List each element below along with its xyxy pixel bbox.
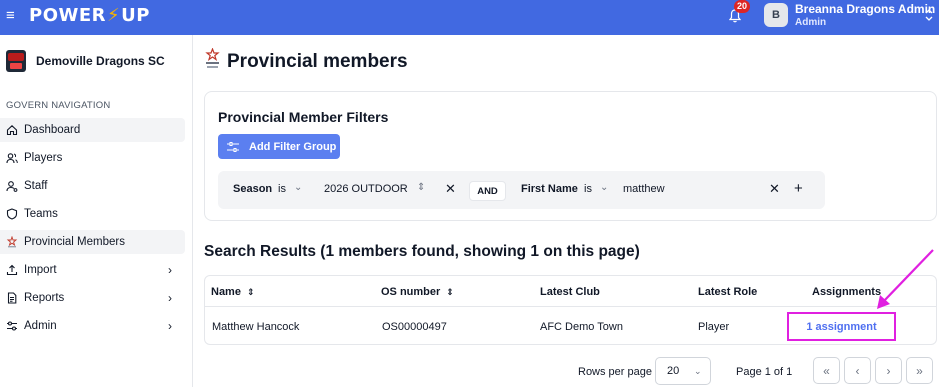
report-icon (6, 292, 18, 304)
page-title: Provincial members (227, 51, 408, 72)
filter-joiner[interactable]: AND (469, 181, 506, 201)
column-header-latest-role: Latest Role (698, 286, 758, 298)
filters-title: Provincial Member Filters (218, 109, 389, 125)
sidebar: Demoville Dragons SC GOVERN NAVIGATION D… (0, 35, 193, 387)
chevron-updown-icon[interactable] (924, 8, 934, 22)
column-header-label: Name (211, 286, 241, 298)
chevron-updown-icon: ⇕ (417, 182, 426, 193)
filter-value-input[interactable]: matthew (623, 183, 665, 195)
user-role: Admin (795, 17, 827, 28)
table-header-row: Name ⇕ OS number ⇕ Latest Club Latest Role… (205, 276, 936, 307)
logo-text-left: POWER (29, 5, 107, 26)
nav-heading: GOVERN NAVIGATION (6, 100, 111, 111)
chevron-right-icon: › (168, 263, 172, 277)
club-name: Demoville Dragons SC (36, 54, 165, 68)
sidebar-item-label: Staff (24, 180, 48, 192)
user-cog-icon (6, 180, 18, 192)
chevron-down-icon: ⌄ (694, 366, 702, 376)
column-header-os-number[interactable]: OS number ⇕ (381, 286, 454, 298)
results-table: Name ⇕ OS number ⇕ Latest Club Latest Role… (204, 275, 937, 345)
chevron-down-icon: ⌄ (600, 182, 609, 193)
first-page-button[interactable]: « (813, 357, 840, 384)
chevron-right-icon: › (168, 291, 172, 305)
sidebar-item-label: Import (24, 264, 57, 276)
next-page-button[interactable]: › (875, 357, 902, 384)
sidebar-item-reports[interactable]: Reports › (0, 286, 185, 310)
add-condition-button[interactable]: + (794, 180, 803, 197)
top-bar: ≡ POWER⚡UP 20 B Breanna Dragons Admin Ad… (0, 0, 939, 35)
upload-icon (6, 264, 18, 276)
column-header-label: OS number (381, 286, 441, 298)
sidebar-item-label: Reports (24, 292, 65, 304)
sidebar-item-label: Provincial Members (24, 236, 125, 248)
results-title: Search Results (1 members found, showing… (204, 243, 640, 260)
app-logo[interactable]: POWER⚡UP (29, 5, 150, 26)
cell-latest-club: AFC Demo Town (540, 321, 623, 333)
page-indicator: Page 1 of 1 (736, 366, 793, 378)
rows-per-page-label: Rows per page (578, 366, 652, 378)
provincial-logo-icon (205, 48, 220, 68)
cell-os-number: OS00000497 (382, 321, 447, 333)
sidebar-item-admin[interactable]: Admin › (0, 314, 185, 338)
filter-field-select[interactable]: First Name (521, 183, 578, 195)
cell-name: Matthew Hancock (212, 321, 300, 333)
sidebar-item-provincial-members[interactable]: Provincial Members (0, 230, 185, 254)
filters-card: Provincial Member Filters Add Filter Gro… (204, 91, 937, 221)
last-page-button[interactable]: » (906, 357, 933, 384)
sidebar-item-label: Admin (24, 320, 57, 332)
logo-text-right: UP (121, 5, 150, 26)
sidebar-item-players[interactable]: Players (0, 146, 185, 170)
rows-per-page-select[interactable]: 20 ⌄ (655, 357, 711, 385)
filter-value-select[interactable]: 2026 OUTDOOR (324, 183, 408, 195)
add-filter-group-button[interactable]: Add Filter Group (218, 134, 340, 159)
sort-icon: ⇕ (446, 287, 454, 297)
filter-operator-select[interactable]: is (278, 183, 286, 195)
bolt-icon: ⚡ (107, 5, 121, 26)
shield-icon (6, 208, 18, 220)
cell-latest-role: Player (698, 321, 730, 333)
column-header-name[interactable]: Name ⇕ (211, 286, 255, 298)
club-switcher[interactable]: Demoville Dragons SC (6, 49, 165, 73)
sidebar-item-staff[interactable]: Staff (0, 174, 185, 198)
remove-filter-button[interactable]: ✕ (769, 181, 780, 197)
sidebar-item-teams[interactable]: Teams (0, 202, 185, 226)
filter-field-select[interactable]: Season (233, 183, 272, 195)
add-filter-group-label: Add Filter Group (249, 140, 337, 153)
sidebar-item-import[interactable]: Import › (0, 258, 185, 282)
menu-icon[interactable]: ≡ (6, 8, 15, 23)
sidebar-item-label: Players (24, 152, 63, 164)
club-crest-icon (6, 50, 26, 72)
column-header-latest-club: Latest Club (540, 286, 600, 298)
sort-icon: ⇕ (246, 287, 255, 297)
user-name[interactable]: Breanna Dragons Admin (795, 2, 935, 16)
remove-filter-button[interactable]: ✕ (445, 181, 456, 197)
sidebar-item-label: Dashboard (24, 124, 81, 136)
filter-operator-select[interactable]: is (584, 183, 592, 195)
sidebar-item-label: Teams (24, 208, 58, 220)
provincial-logo-icon (6, 236, 18, 248)
users-icon (6, 152, 18, 164)
notification-badge: 20 (734, 0, 751, 13)
chevron-right-icon: › (168, 319, 172, 333)
prev-page-button[interactable]: ‹ (844, 357, 871, 384)
filter-group: Season is ⌄ 2026 OUTDOOR ⇕ ✕ AND First N… (218, 171, 825, 209)
home-icon (6, 124, 18, 136)
column-header-assignments: Assignments (812, 286, 882, 298)
rows-per-page-value: 20 (667, 365, 680, 377)
settings-icon (6, 320, 18, 332)
assignments-link[interactable]: 1 assignment (787, 312, 896, 341)
sliders-icon (227, 141, 239, 152)
avatar[interactable]: B (764, 3, 788, 27)
chevron-down-icon: ⌄ (294, 182, 303, 193)
sidebar-item-dashboard[interactable]: Dashboard (0, 118, 185, 142)
